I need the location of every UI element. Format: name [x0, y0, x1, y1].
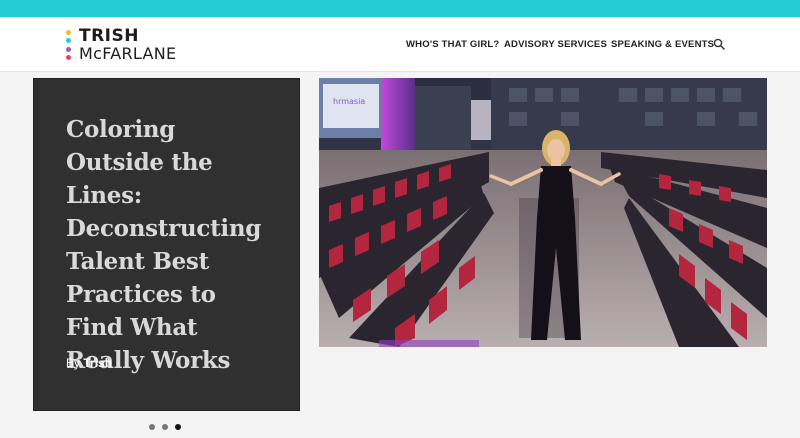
- logo-line2: McFARLANE: [79, 44, 177, 63]
- banner-text: hrmasia: [333, 97, 365, 106]
- top-accent-bar: [0, 0, 800, 17]
- nav-item-speaking-events[interactable]: SPEAKING & EVENTS: [611, 17, 714, 72]
- slider-dot-1[interactable]: [149, 424, 155, 430]
- hero-title[interactable]: Coloring Outside the Lines: Deconstructi…: [66, 113, 276, 377]
- search-icon[interactable]: [713, 38, 725, 50]
- byline-prefix: By: [66, 356, 81, 370]
- byline-author[interactable]: Trish: [83, 356, 112, 370]
- nav-item-whos-that-girl[interactable]: WHO'S THAT GIRL?: [406, 17, 499, 72]
- nav-item-label: WHO'S THAT GIRL?: [406, 39, 500, 50]
- logo-dots-icon: [66, 30, 71, 60]
- slider-pagination: [149, 424, 181, 430]
- site-header: TRISH McFARLANE WHO'S THAT GIRL? ADVISOR…: [0, 17, 800, 72]
- slider-dot-3-active[interactable]: [175, 424, 181, 430]
- hero-byline: By Trish: [66, 356, 112, 370]
- hero-photo[interactable]: hrmasia: [319, 78, 767, 347]
- hero-card[interactable]: Coloring Outside the Lines: Deconstructi…: [33, 78, 300, 411]
- nav-item-label: ADVISORY SERVICES: [504, 39, 608, 50]
- logo-line1: TRISH: [79, 26, 139, 46]
- nav-item-label: SPEAKING & EVENTS: [611, 39, 715, 50]
- slider-dot-2[interactable]: [162, 424, 168, 430]
- nav-item-advisory-services[interactable]: ADVISORY SERVICES: [504, 17, 607, 72]
- conference-hall-photo: hrmasia: [319, 78, 767, 347]
- site-logo[interactable]: TRISH McFARLANE: [66, 27, 176, 63]
